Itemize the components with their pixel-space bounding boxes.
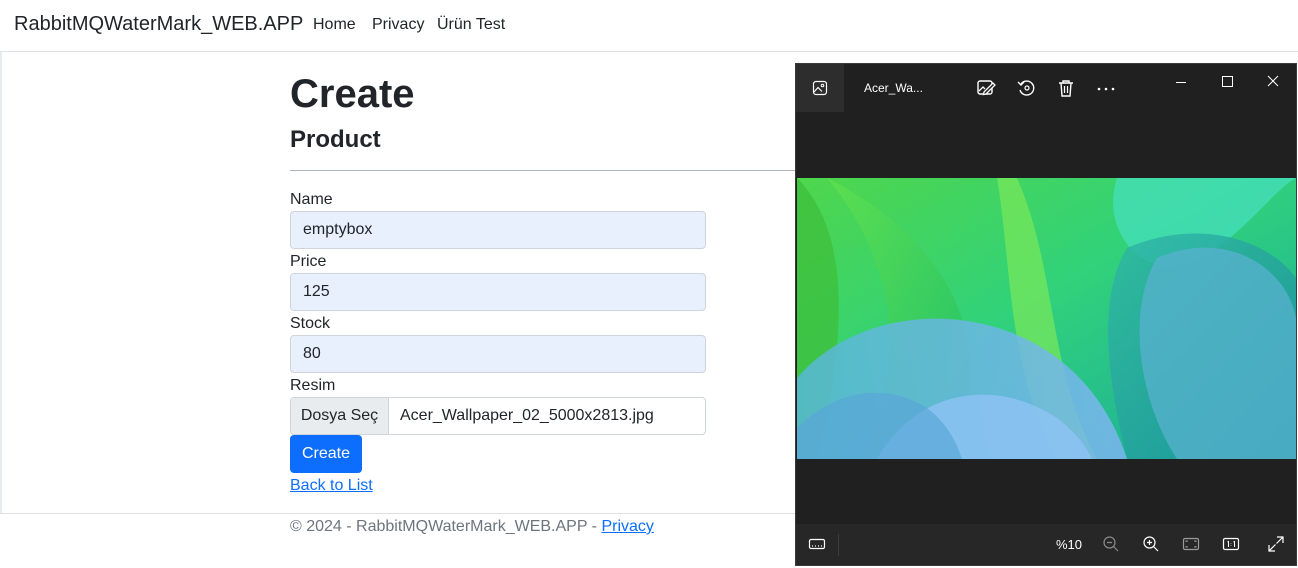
viewer-bottom-bar: %10 — [796, 524, 1296, 565]
viewer-titlebar: Acer_Wa... — [796, 64, 1296, 112]
viewer-tab[interactable] — [796, 64, 844, 112]
page-left-border — [0, 52, 2, 514]
nav-link-urun-test[interactable]: Ürün Test — [437, 16, 505, 34]
zoom-level: %10 — [1056, 537, 1083, 552]
nav-link-privacy[interactable]: Privacy — [372, 16, 424, 34]
footer-privacy-link[interactable]: Privacy — [601, 518, 653, 535]
page-title: Create — [290, 72, 415, 116]
brand-link[interactable]: RabbitMQWaterMark_WEB.APP — [14, 13, 303, 36]
file-input[interactable]: Dosya Seç Acer_Wallpaper_02_5000x2813.jp… — [290, 397, 706, 435]
delete-icon[interactable] — [1055, 77, 1077, 99]
stock-label: Stock — [290, 315, 331, 332]
nav-link-home[interactable]: Home — [313, 16, 356, 34]
fit-window-icon[interactable] — [1181, 534, 1201, 554]
close-icon[interactable] — [1259, 72, 1287, 94]
minimize-icon[interactable] — [1167, 72, 1195, 94]
photo-app-icon — [812, 80, 828, 96]
viewer-file-title: Acer_Wa... — [864, 81, 923, 95]
footer-divider — [0, 513, 796, 514]
page-subtitle: Product — [290, 126, 381, 153]
maximize-icon[interactable] — [1213, 72, 1241, 94]
choose-file-button[interactable]: Dosya Seç — [291, 398, 389, 434]
actual-size-icon[interactable] — [1221, 534, 1241, 554]
footer: © 2024 - RabbitMQWaterMark_WEB.APP - Pri… — [290, 518, 654, 536]
name-input[interactable]: emptybox — [290, 211, 706, 249]
wallpaper-image — [797, 178, 1296, 459]
rotate-icon[interactable] — [1015, 77, 1037, 99]
image-label: Resim — [290, 377, 336, 394]
filmstrip-icon[interactable] — [807, 534, 827, 554]
divider — [290, 170, 796, 171]
top-navbar: RabbitMQWaterMark_WEB.APP Home Privacy Ü… — [0, 0, 1298, 52]
zoom-out-icon[interactable] — [1101, 534, 1121, 554]
back-to-list-link[interactable]: Back to List — [290, 477, 373, 495]
photo-viewer-window: Acer_Wa... %10 — [795, 63, 1297, 566]
zoom-in-icon[interactable] — [1141, 534, 1161, 554]
create-button[interactable]: Create — [290, 435, 362, 473]
fullscreen-icon[interactable] — [1266, 534, 1286, 554]
selected-file-name: Acer_Wallpaper_02_5000x2813.jpg — [400, 407, 654, 424]
price-label: Price — [290, 253, 327, 270]
footer-text: © 2024 - RabbitMQWaterMark_WEB.APP - — [290, 518, 602, 535]
name-label: Name — [290, 191, 333, 208]
bottom-bar-separator — [838, 534, 839, 556]
more-icon[interactable] — [1095, 77, 1117, 99]
stock-input[interactable]: 80 — [290, 335, 706, 373]
edit-image-icon[interactable] — [975, 77, 997, 99]
price-input[interactable]: 125 — [290, 273, 706, 311]
